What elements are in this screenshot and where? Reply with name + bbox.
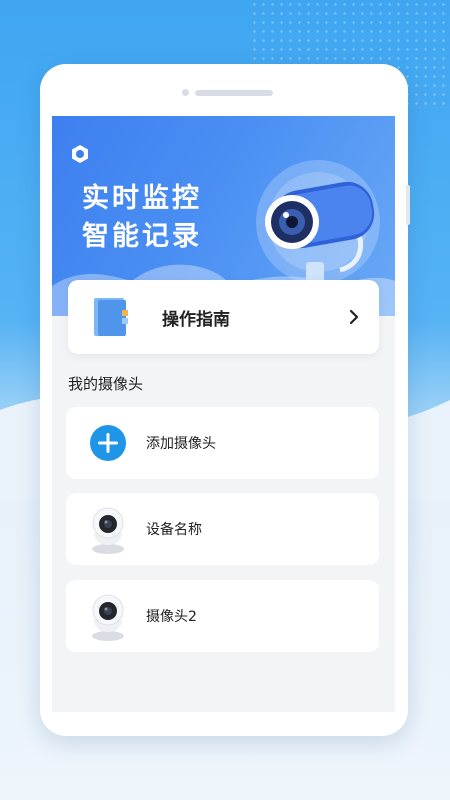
phone-side-button [406, 185, 410, 225]
add-icon [90, 425, 126, 461]
guide-label: 操作指南 [162, 310, 230, 330]
headline-line2: 智能记录 [82, 221, 202, 252]
section-title: 我的摄像头 [68, 375, 144, 393]
camera-list-item[interactable]: 摄像头2 [66, 580, 379, 652]
document-icon [94, 298, 128, 336]
chevron-right-icon [349, 309, 359, 325]
camera-device-icon [92, 507, 124, 554]
add-camera-label: 添加摄像头 [146, 436, 216, 452]
headline-line1: 实时监控 [82, 183, 202, 214]
camera-list-item[interactable]: 设备名称 [66, 493, 379, 565]
camera-name-label: 设备名称 [146, 522, 202, 538]
phone-front-camera [182, 89, 189, 96]
add-camera-button[interactable]: 添加摄像头 [66, 407, 379, 479]
app-logo-icon [72, 145, 88, 163]
app-screen: 实时监控 智能记录 操作指南 我的摄像头 添加摄像头 设备名称 摄像头2 [52, 116, 395, 712]
camera-name-label: 摄像头2 [146, 609, 197, 625]
phone-speaker [195, 90, 273, 96]
guide-card[interactable]: 操作指南 [68, 280, 379, 354]
camera-device-icon [92, 594, 124, 641]
security-camera-icon [256, 160, 380, 290]
